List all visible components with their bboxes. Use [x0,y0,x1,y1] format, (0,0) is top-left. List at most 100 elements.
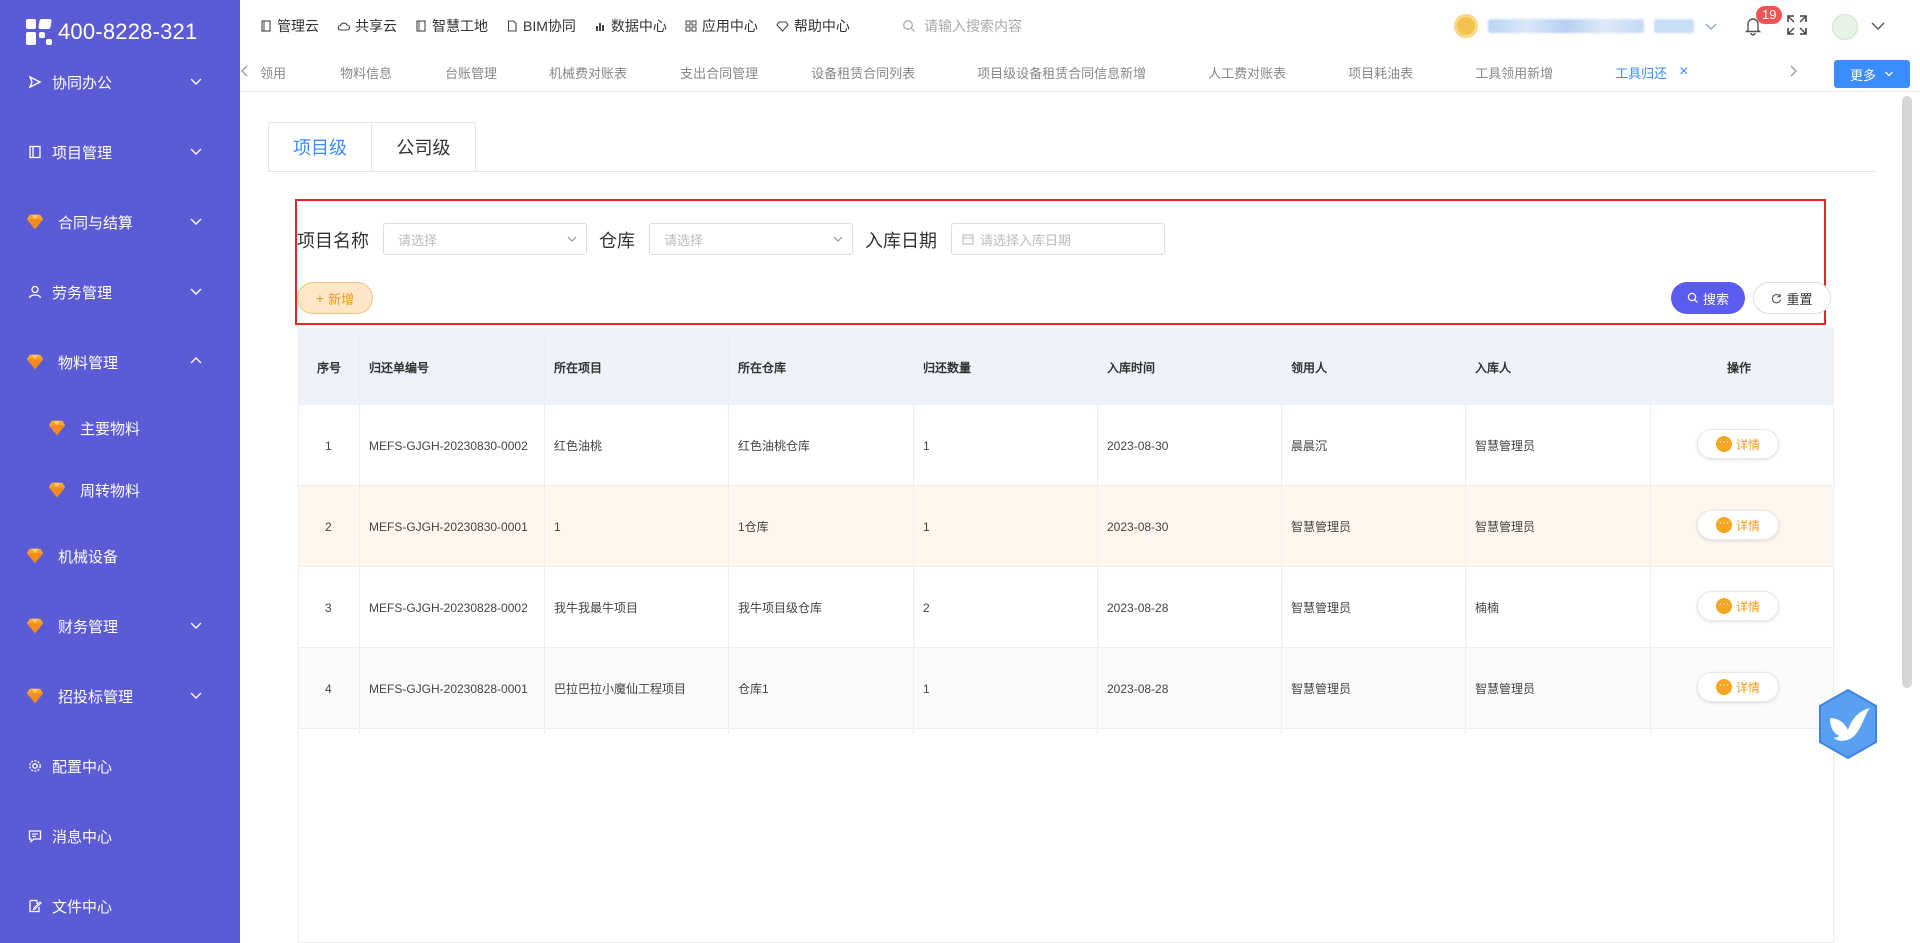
chevron-down-icon [190,78,202,85]
topnav-item-management-cloud[interactable]: 管理云 [260,16,319,36]
more-tabs-button[interactable]: 更多 [1834,60,1910,88]
more-dots-icon: ··· [1715,436,1732,452]
tab-machinery-reconciliation[interactable]: 机械费对账表 [549,63,627,82]
topnav-label: 智慧工地 [432,18,488,34]
document-icon [507,20,517,32]
cell-stock-in-time: 2023-08-28 [1107,600,1169,615]
detail-button[interactable]: ··· 详情 [1697,672,1779,702]
header-stocker: 入库人 [1475,360,1512,375]
chevron-down-icon[interactable] [1870,18,1886,34]
search-button[interactable]: 搜索 [1671,282,1745,314]
sidebar-item-material[interactable]: 物料管理 [0,342,240,382]
topnav-item-app-center[interactable]: 应用中心 [685,16,758,36]
header-actions: 操作 [1727,360,1752,375]
topnav-label: BIM协同 [523,18,576,34]
gem-icon [48,481,66,499]
topnav-item-smart-site[interactable]: 智慧工地 [415,16,488,36]
chevron-left-icon[interactable] [240,64,250,78]
project-select[interactable]: 请选择 [383,223,587,255]
cell-return-number: MEFS-GJGH-20230830-0002 [369,438,528,453]
sidebar-item-main-material[interactable]: 主要物料 [0,408,240,448]
tab-project-level[interactable]: 项目级 [268,122,372,172]
user-info[interactable] [1454,12,1718,40]
date-picker[interactable]: 请选择入库日期 [951,223,1165,255]
topnav-item-help-center[interactable]: 帮助中心 [776,16,850,36]
gem-icon [26,547,44,565]
header-stock-in-time: 入库时间 [1107,360,1156,375]
assistant-bird-icon[interactable] [1816,688,1880,760]
sidebar-item-config[interactable]: 配置中心 [0,746,240,786]
gem-icon [26,617,44,635]
header-warehouse: 所在仓库 [738,360,787,375]
sidebar-item-files[interactable]: 文件中心 [0,886,240,926]
date-picker-placeholder: 请选择入库日期 [980,232,1072,248]
tab-project-equipment-lease-add[interactable]: 项目级设备租赁合同信息新增 [977,63,1146,82]
book-icon [26,143,44,161]
logo[interactable]: 400-8228-321 [24,14,197,50]
topnav-item-bim[interactable]: BIM协同 [506,16,576,36]
add-button[interactable]: + 新增 [297,282,373,314]
cell-quantity: 1 [923,438,930,453]
diamond-icon [776,21,789,32]
sidebar-item-label: 周转物料 [80,482,141,500]
tab-material-info[interactable]: 物料信息 [340,63,392,82]
sidebar-item-project[interactable]: 项目管理 [0,132,240,172]
reset-button[interactable]: 重置 [1753,282,1831,314]
sidebar-item-finance[interactable]: 财务管理 [0,606,240,646]
book-icon [261,20,271,32]
sidebar-item-label: 配置中心 [52,758,113,776]
sidebar-item-bidding[interactable]: 招投标管理 [0,676,240,716]
cell-project: 我牛我最牛项目 [554,601,639,615]
topnav-item-share-cloud[interactable]: 共享云 [337,16,397,36]
sidebar-item-messages[interactable]: 消息中心 [0,816,240,856]
main-content: 项目级 公司级 项目名称 请选择 仓库 请选择 入库日期 请选择入库日期 + 新… [268,122,1878,943]
tab-tool-requisition-add[interactable]: 工具领用新增 [1475,63,1553,82]
page-scrollbar[interactable] [1902,96,1912,688]
chevron-right-icon[interactable] [1788,64,1798,78]
bar-chart-icon [595,23,604,31]
detail-button[interactable]: ··· 详情 [1697,591,1779,621]
more-label: 更多 [1849,67,1876,83]
tab-ledger[interactable]: 台账管理 [445,63,497,82]
logo-icon [24,17,54,47]
sidebar-item-machinery[interactable]: 机械设备 [0,536,240,576]
sidebar-item-label: 项目管理 [52,144,113,162]
sidebar: 400-8228-321 协同办公 项目管理 合同与结算 劳务管理 物料管理 主… [0,0,240,943]
send-icon [26,73,44,91]
tab-equipment-lease-list[interactable]: 设备租赁合同列表 [811,63,915,82]
grid-icon [685,20,697,32]
sidebar-item-labor[interactable]: 劳务管理 [0,272,240,312]
detail-button[interactable]: ··· 详情 [1697,429,1779,459]
column-divider [1650,329,1651,734]
global-search[interactable]: 请输入搜索内容 [902,16,1022,36]
tab-company-level[interactable]: 公司级 [372,122,476,172]
detail-label: 详情 [1735,518,1760,533]
detail-button[interactable]: ··· 详情 [1697,510,1779,540]
user-badge-icon [1454,14,1478,38]
close-icon[interactable]: × [1679,63,1688,81]
warehouse-select[interactable]: 请选择 [649,223,853,255]
fullscreen-icon[interactable] [1786,14,1808,36]
sidebar-item-contract[interactable]: 合同与结算 [0,202,240,242]
cell-index: 1 [325,438,332,453]
tab-expense-contracts[interactable]: 支出合同管理 [680,63,758,82]
sidebar-item-turnover-material[interactable]: 周转物料 [0,470,240,510]
table-row: 3 MEFS-GJGH-20230828-0002 我牛我最牛项目 我牛项目级仓… [299,567,1833,648]
avatar[interactable] [1832,14,1858,40]
cell-stock-in-time: 2023-08-30 [1107,519,1169,534]
tab-project-fuel[interactable]: 项目耗油表 [1348,63,1413,82]
cell-recipient: 智慧管理员 [1291,520,1352,534]
tab-requisition[interactable]: 领用 [260,63,286,82]
cell-index: 4 [325,681,332,696]
divider [268,171,1876,172]
topnav-item-data-center[interactable]: 数据中心 [594,16,667,36]
cell-recipient: 智慧管理员 [1291,601,1352,615]
refresh-icon [1772,293,1782,303]
tab-labor-reconciliation[interactable]: 人工费对账表 [1208,63,1286,82]
header-recipient: 领用人 [1291,360,1328,375]
sidebar-item-collaboration[interactable]: 协同办公 [0,62,240,102]
header-index: 序号 [317,360,342,375]
tab-tool-return[interactable]: 工具归还 [1615,63,1667,82]
book-icon [416,20,426,32]
header-return-number: 归还单编号 [369,360,430,375]
